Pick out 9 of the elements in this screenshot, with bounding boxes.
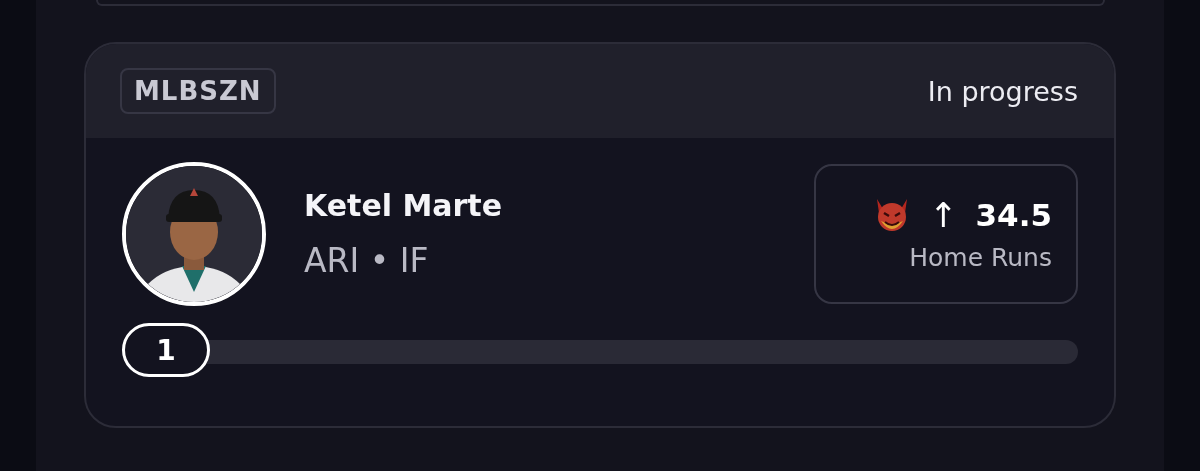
player-name: Ketel Marte	[304, 188, 504, 223]
status-text: In progress	[927, 75, 1078, 107]
stat-label: Home Runs	[909, 242, 1052, 272]
pick-panel[interactable]: ↑ 34.5 Home Runs	[814, 164, 1078, 304]
progress-thumb: 1	[122, 323, 210, 377]
line-value: 34.5	[975, 196, 1052, 233]
league-tag: MLBSZN	[120, 68, 276, 114]
team-position: ARI • IF	[304, 241, 430, 280]
arrow-icon: ↑	[929, 197, 958, 232]
